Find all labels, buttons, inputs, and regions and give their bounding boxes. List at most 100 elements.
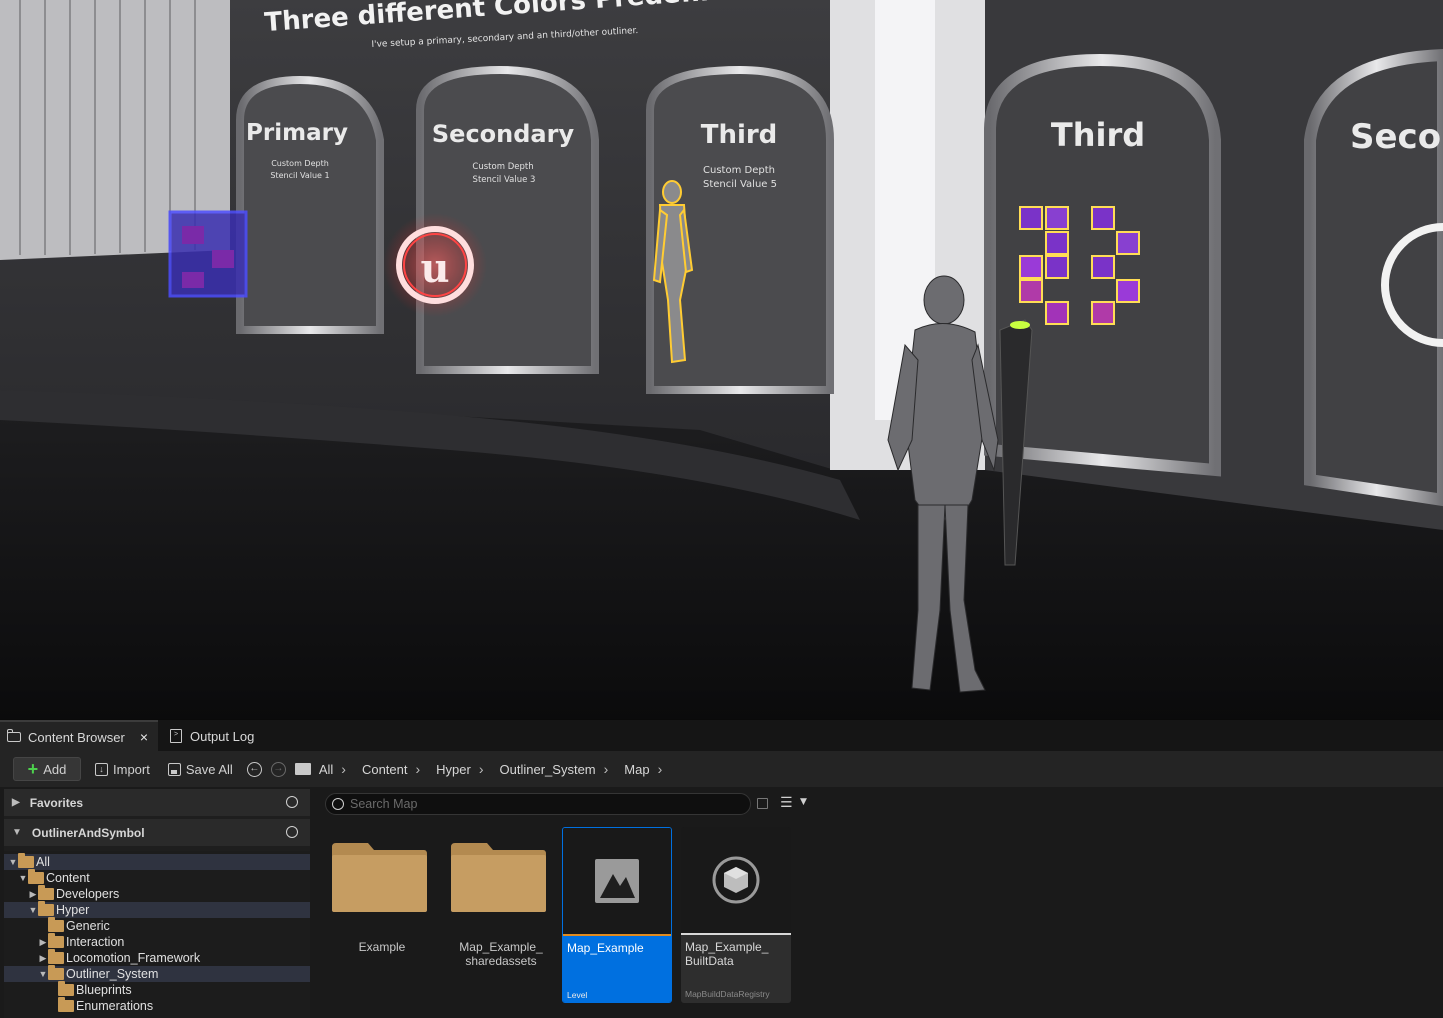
primary-outlined-symbol (168, 210, 248, 298)
tree-row[interactable]: ▶ Developers (4, 885, 310, 902)
tree-row[interactable]: ▶ Locomotion_Framework (4, 949, 310, 966)
builtdata-icon (712, 856, 760, 904)
chevron-right-icon[interactable]: ▶ (38, 937, 48, 948)
breadcrumb-content[interactable]: Content (362, 762, 408, 777)
viewport-scene: Three different Colors Predefined I've s… (0, 0, 1443, 719)
breadcrumb-outliner-system[interactable]: Outliner_System (500, 762, 596, 777)
tree-row[interactable]: ▼ Outliner_System (4, 965, 310, 982)
breadcrumb-hyper[interactable]: Hyper (436, 762, 471, 777)
asset-type: MapBuildDataRegistry (685, 989, 770, 999)
chevron-right-icon[interactable]: › (604, 761, 609, 777)
tree-label: Outliner_System (66, 967, 159, 981)
level-viewport[interactable]: Three different Colors Predefined I've s… (0, 0, 1443, 719)
panel-title-secondary: Secondary (432, 120, 575, 148)
tab-label: Output Log (190, 728, 255, 744)
asset-info: Map_Example_ BuiltData MapBuildDataRegis… (681, 935, 791, 1003)
chevron-down-icon[interactable]: ▼ (38, 969, 48, 979)
search-input[interactable] (350, 797, 730, 811)
add-button[interactable]: + Add (13, 757, 81, 781)
chevron-right-icon[interactable]: › (479, 761, 484, 777)
content-browser-panel: Content Browser × > Output Log + Add ↓ I… (0, 719, 1443, 1018)
asset-type: Level (567, 990, 588, 1000)
folder-icon (294, 763, 311, 775)
forward-icon[interactable]: → (270, 761, 286, 777)
folder-icon (18, 853, 34, 868)
panel-line1-primary: Custom Depth (271, 159, 329, 168)
breadcrumb-map[interactable]: Map (624, 762, 649, 777)
tree-row[interactable]: ▼ Hyper (4, 901, 310, 918)
folder-label: Example (358, 940, 406, 954)
folder-tile[interactable]: Example (328, 827, 436, 1003)
sources-panel: ▶ Favorites ▼ OutlinerAndSymbol ▼ All ▼ Con… (4, 789, 310, 1018)
import-icon: ↓ (95, 762, 108, 776)
panel-line2-secondary: Stencil Value 3 (473, 175, 536, 185)
close-icon[interactable]: × (140, 729, 148, 745)
search-box[interactable] (325, 793, 751, 815)
save-all-button[interactable]: Save All (160, 757, 241, 781)
chevron-down-icon[interactable]: ▼ (28, 905, 38, 915)
tree-label: Generic (66, 919, 110, 933)
folder-icon (451, 843, 546, 912)
folder-icon (48, 949, 64, 964)
back-icon[interactable]: ← (246, 761, 262, 777)
folder-icon (58, 997, 74, 1012)
tab-output-log[interactable]: > Output Log (168, 720, 278, 752)
plus-icon: + (27, 759, 39, 779)
save-icon (167, 762, 181, 776)
tree-label: Content (46, 871, 90, 885)
tree-row[interactable]: ▼ All (4, 853, 310, 870)
arch-primary (236, 75, 384, 334)
panel-line1-secondary: Custom Depth (472, 162, 533, 172)
favorites-label: Favorites (29, 795, 84, 810)
chevron-right-icon[interactable]: ▶ (28, 889, 38, 900)
svg-text:u: u (420, 245, 449, 292)
search-icon[interactable] (286, 826, 298, 838)
panel-title-secondary-right: Seco (1350, 117, 1441, 157)
folder-icon (28, 869, 44, 884)
add-label: Add (43, 761, 67, 777)
asset-tile-builtdata[interactable]: Map_Example_ BuiltData MapBuildDataRegis… (681, 827, 791, 1003)
panel-title-third-right: Third (1051, 116, 1145, 154)
chevron-down-icon[interactable]: ▼ (8, 857, 18, 867)
favorites-header[interactable]: ▶ Favorites (4, 789, 310, 816)
tree-row[interactable]: ▼ Content (4, 869, 310, 886)
breadcrumb-all[interactable]: All (319, 762, 333, 777)
chevron-right-icon[interactable]: › (416, 761, 421, 777)
tree-label: All (36, 855, 50, 869)
chevron-down-icon[interactable]: ▼ (800, 797, 807, 807)
tree-row[interactable]: Blueprints (4, 981, 310, 998)
output-log-icon: > (170, 729, 182, 743)
chevron-right-icon[interactable]: › (658, 761, 663, 777)
tree-label: Developers (56, 887, 120, 901)
tree-row[interactable]: ▶ Interaction (4, 933, 310, 950)
folder-icon (38, 901, 54, 916)
folder-label-line2: sharedassets (465, 954, 537, 968)
save-search-icon[interactable] (757, 798, 768, 809)
tree-label: Hyper (56, 903, 90, 917)
collection-label: OutlinerAndSymbol (31, 825, 145, 840)
save-all-label: Save All (185, 761, 233, 777)
panel-line2-primary: Stencil Value 1 (270, 171, 329, 180)
chevron-right-icon[interactable]: ▶ (38, 953, 48, 964)
tree-row[interactable]: Enumerations (4, 997, 310, 1014)
folder-tile[interactable]: Map_Example_ sharedassets (447, 827, 555, 1003)
search-icon[interactable] (286, 796, 298, 808)
asset-view: ☰ ▼ Example Map_Example_ sharedassets (318, 789, 1443, 1018)
import-button[interactable]: ↓ Import (87, 757, 158, 781)
asset-name: Map_Example (567, 941, 644, 955)
tree-row[interactable]: Generic (4, 917, 310, 934)
folder-tree[interactable]: ▼ All ▼ Content ▶ Developers ▼ Hyper Generic ▶ Int… (4, 851, 310, 1018)
chevron-down-icon[interactable]: ▼ (18, 873, 28, 883)
chevron-down-icon[interactable]: ▼ (12, 827, 22, 838)
content-toolbar: + Add ↓ Import Save All ← → All › Conten… (0, 751, 1443, 787)
folder-icon (48, 965, 64, 980)
chevron-right-icon[interactable]: ▶ (12, 797, 20, 808)
asset-tile-level[interactable]: Map_Example Level (562, 827, 672, 1003)
level-icon (595, 859, 639, 903)
collection-header[interactable]: ▼ OutlinerAndSymbol (4, 819, 310, 846)
folder-icon (48, 933, 64, 948)
tab-content-browser[interactable]: Content Browser × (0, 720, 158, 752)
secondary-outlined-logo: u (383, 213, 487, 317)
filter-icon[interactable]: ☰ (780, 795, 793, 811)
chevron-right-icon[interactable]: › (341, 761, 346, 777)
